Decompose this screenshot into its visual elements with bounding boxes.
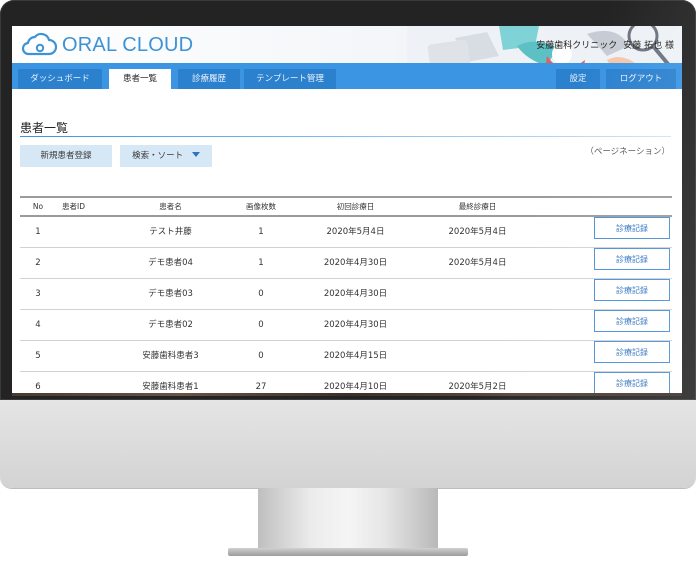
cell-first-visit: 2020年4月15日 bbox=[323, 351, 388, 361]
dropdown-triangle-icon bbox=[191, 152, 200, 157]
monitor-chin bbox=[0, 400, 696, 488]
treatment-record-button[interactable]: 診療記録 bbox=[594, 372, 670, 394]
search-sort-label: 検索・ソート bbox=[132, 151, 184, 161]
cell-image-count: 1 bbox=[258, 227, 264, 237]
cloud-logo-icon bbox=[20, 32, 58, 58]
cell-image-count: 0 bbox=[258, 289, 264, 299]
cell-patient-name: デモ患者02 bbox=[148, 320, 193, 330]
treatment-record-button[interactable]: 診療記録 bbox=[594, 279, 670, 301]
user-name: 安藤 拓也 様 bbox=[623, 41, 674, 51]
tab-template-management[interactable]: テンプレート管理 bbox=[244, 69, 336, 89]
cell-image-count: 0 bbox=[258, 351, 264, 361]
cell-first-visit: 2020年4月30日 bbox=[323, 289, 388, 299]
page-title: 患者一覧 bbox=[20, 121, 69, 135]
treatment-record-button[interactable]: 診療記録 bbox=[594, 217, 670, 239]
cell-no: 1 bbox=[35, 227, 41, 237]
table-row[interactable]: 5 安藤歯科患者3 0 2020年4月15日 診療記録 bbox=[20, 341, 672, 372]
monitor-stand-foot bbox=[228, 548, 468, 556]
treatment-record-button[interactable]: 診療記録 bbox=[594, 341, 670, 363]
tab-treatment-history[interactable]: 診療履歴 bbox=[178, 69, 240, 89]
cell-patient-name: テスト井藤 bbox=[149, 227, 192, 237]
cell-no: 5 bbox=[35, 351, 41, 361]
new-patient-button[interactable]: 新規患者登録 bbox=[20, 145, 112, 167]
desk-background-strip bbox=[12, 393, 682, 396]
col-image-count: 画像枚数 bbox=[246, 202, 276, 211]
tab-patient-list[interactable]: 患者一覧 bbox=[109, 69, 171, 89]
cell-first-visit: 2020年4月30日 bbox=[323, 320, 388, 330]
cell-patient-name: デモ患者04 bbox=[148, 258, 193, 268]
logout-button[interactable]: ログアウト bbox=[606, 69, 676, 89]
col-patient-name: 患者名 bbox=[159, 202, 182, 211]
cell-patient-name: 安藤歯科患者3 bbox=[142, 351, 199, 361]
main-nav: ダッシュボード 患者一覧 診療履歴 テンプレート管理 設定 ログアウト bbox=[12, 63, 682, 89]
table-header: No 患者ID 患者名 画像枚数 初回診療日 最終診療日 bbox=[20, 196, 672, 217]
table-row[interactable]: 3 デモ患者03 0 2020年4月30日 診療記録 bbox=[20, 279, 672, 310]
cell-last-visit: 2020年5月4日 bbox=[448, 258, 507, 268]
cell-no: 3 bbox=[35, 289, 41, 299]
cell-patient-name: デモ患者03 bbox=[148, 289, 193, 299]
title-divider bbox=[20, 136, 671, 137]
cell-no: 2 bbox=[35, 258, 41, 268]
pagination[interactable]: （ページネーション） bbox=[585, 145, 670, 157]
header: ORAL CLOUD 安藤歯科クリニック 安藤 拓也 様 bbox=[12, 26, 682, 90]
col-patient-id: 患者ID bbox=[62, 202, 85, 211]
treatment-record-button[interactable]: 診療記録 bbox=[594, 310, 670, 332]
cell-image-count: 1 bbox=[258, 258, 264, 268]
col-no: No bbox=[32, 202, 44, 211]
cell-no: 4 bbox=[35, 320, 41, 330]
logo-text: ORAL CLOUD bbox=[62, 34, 194, 56]
col-first-visit: 初回診療日 bbox=[336, 202, 375, 211]
cell-first-visit: 2020年5月4日 bbox=[326, 227, 385, 237]
monitor-stand-neck bbox=[258, 488, 438, 550]
cell-last-visit: 2020年5月4日 bbox=[448, 227, 507, 237]
table-row[interactable]: 4 デモ患者02 0 2020年4月30日 診療記録 bbox=[20, 310, 672, 341]
search-sort-button[interactable]: 検索・ソート bbox=[120, 145, 212, 167]
cell-first-visit: 2020年4月30日 bbox=[323, 258, 388, 268]
cell-image-count: 0 bbox=[258, 320, 264, 330]
table-row[interactable]: 1 テスト井藤 1 2020年5月4日 2020年5月4日 診療記録 bbox=[20, 217, 672, 248]
treatment-record-button[interactable]: 診療記録 bbox=[594, 248, 670, 270]
col-last-visit: 最終診療日 bbox=[458, 202, 497, 211]
patient-table: No 患者ID 患者名 画像枚数 初回診療日 最終診療日 1 テスト井藤 1 2… bbox=[20, 196, 672, 396]
tab-dashboard[interactable]: ダッシュボード bbox=[18, 69, 102, 89]
clinic-name: 安藤歯科クリニック bbox=[536, 41, 618, 51]
table-row[interactable]: 2 デモ患者04 1 2020年4月30日 2020年5月4日 診療記録 bbox=[20, 248, 672, 279]
clinic-user-info: 安藤歯科クリニック 安藤 拓也 様 bbox=[530, 38, 674, 51]
app-logo[interactable]: ORAL CLOUD bbox=[20, 32, 193, 58]
settings-button[interactable]: 設定 bbox=[556, 69, 600, 89]
app-screen: ORAL CLOUD 安藤歯科クリニック 安藤 拓也 様 ダッシュボード 患者一覧… bbox=[12, 26, 682, 396]
